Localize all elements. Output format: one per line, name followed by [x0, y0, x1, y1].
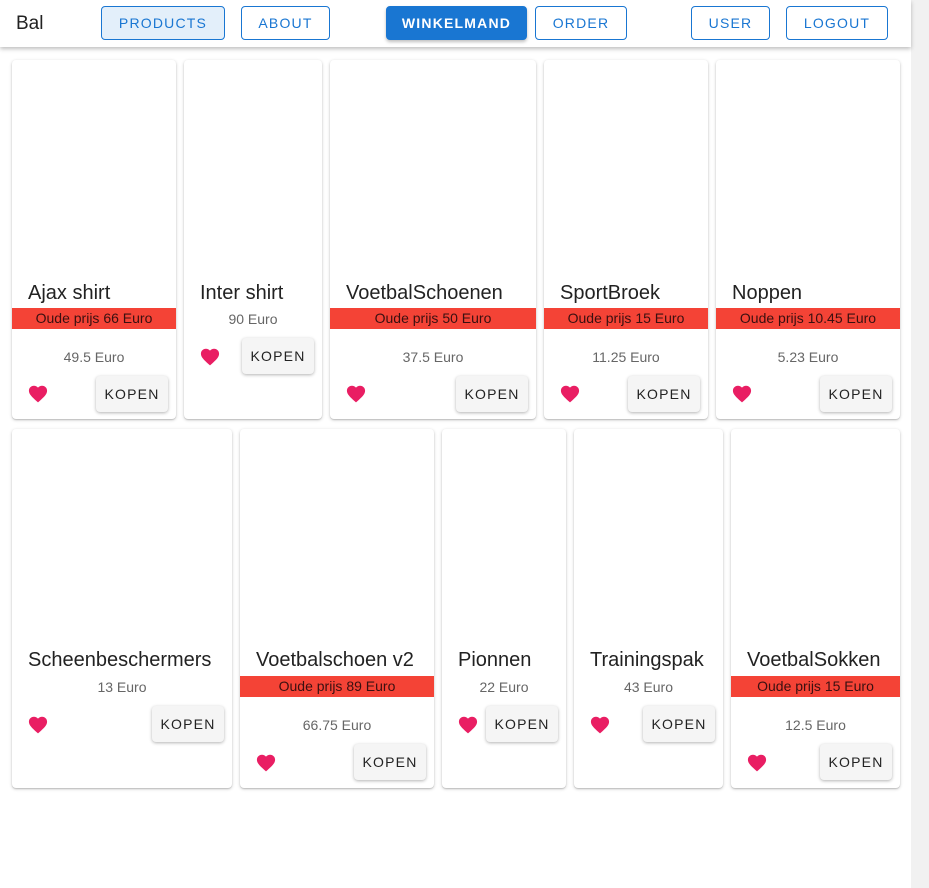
old-price-badge: Oude prijs 89 Euro	[240, 676, 434, 697]
buy-button[interactable]: KOPEN	[628, 376, 700, 412]
heart-icon[interactable]	[27, 714, 49, 734]
product-price: 66.75 Euro	[302, 717, 372, 733]
product-card: Voetbalschoen v2 Oude prijs 89 Euro 66.7…	[240, 429, 434, 788]
buy-button[interactable]: KOPEN	[152, 706, 224, 742]
buy-button[interactable]: KOPEN	[643, 706, 715, 742]
heart-icon[interactable]	[589, 714, 611, 734]
product-name: Scheenbeschermers	[28, 649, 212, 671]
product-name: Voetbalschoen v2	[256, 649, 414, 671]
heart-icon[interactable]	[457, 714, 479, 734]
product-card: Inter shirt 90 Euro KOPEN	[184, 60, 322, 419]
product-card: Noppen Oude prijs 10.45 Euro 5.23 Euro K…	[716, 60, 900, 419]
product-price: 22 Euro	[479, 679, 529, 695]
product-price: 37.5 Euro	[402, 349, 464, 365]
nav-order-button[interactable]: ORDER	[535, 6, 627, 40]
heart-icon[interactable]	[255, 752, 277, 772]
old-price-badge: Oude prijs 10.45 Euro	[716, 308, 900, 329]
product-card: Pionnen 22 Euro KOPEN	[442, 429, 566, 788]
old-price-badge: Oude prijs 15 Euro	[544, 308, 708, 329]
product-card: VoetbalSchoenen Oude prijs 50 Euro 37.5 …	[330, 60, 536, 419]
product-name: VoetbalSokken	[747, 649, 881, 671]
heart-icon[interactable]	[731, 383, 753, 403]
heart-icon[interactable]	[559, 383, 581, 403]
product-name: Inter shirt	[200, 282, 284, 304]
product-price: 43 Euro	[623, 679, 674, 695]
heart-icon[interactable]	[27, 383, 49, 403]
product-price: 49.5 Euro	[63, 349, 125, 365]
heart-icon[interactable]	[746, 752, 768, 772]
brand-title: Bal	[16, 13, 44, 34]
product-name: VoetbalSchoenen	[346, 282, 503, 304]
product-name: Trainingspak	[590, 649, 704, 671]
old-price-badge: Oude prijs 50 Euro	[330, 308, 536, 329]
buy-button[interactable]: KOPEN	[242, 338, 314, 374]
buy-button[interactable]: KOPEN	[96, 376, 168, 412]
product-name: Noppen	[732, 282, 803, 304]
nav-user-button[interactable]: USER	[691, 6, 770, 40]
product-card: Ajax shirt Oude prijs 66 Euro 49.5 Euro …	[12, 60, 176, 419]
product-card: VoetbalSokken Oude prijs 15 Euro 12.5 Eu…	[731, 429, 900, 788]
buy-button[interactable]: KOPEN	[354, 744, 426, 780]
product-price: 90 Euro	[228, 311, 278, 327]
app-bar: Bal PRODUCTS ABOUT WINKELMAND ORDER USER…	[0, 0, 911, 47]
heart-icon[interactable]	[199, 346, 221, 366]
product-price: 13 Euro	[97, 679, 147, 695]
product-price: 5.23 Euro	[777, 349, 839, 365]
product-card: Trainingspak 43 Euro KOPEN	[574, 429, 723, 788]
nav-about-button[interactable]: ABOUT	[241, 6, 330, 40]
product-name: Pionnen	[458, 649, 532, 671]
nav-winkelmand-button[interactable]: WINKELMAND	[386, 6, 527, 40]
product-price: 11.25 Euro	[592, 349, 660, 365]
product-card: SportBroek Oude prijs 15 Euro 11.25 Euro…	[544, 60, 708, 419]
heart-icon[interactable]	[345, 383, 367, 403]
product-card: Scheenbeschermers 13 Euro KOPEN	[12, 429, 232, 788]
product-name: SportBroek	[560, 282, 661, 304]
old-price-badge: Oude prijs 15 Euro	[731, 676, 900, 697]
old-price-badge: Oude prijs 66 Euro	[12, 308, 176, 329]
buy-button[interactable]: KOPEN	[820, 376, 892, 412]
product-name: Ajax shirt	[28, 282, 111, 304]
page-scrollbar[interactable]	[911, 0, 929, 888]
product-price: 12.5 Euro	[785, 717, 846, 733]
buy-button[interactable]: KOPEN	[486, 706, 558, 742]
buy-button[interactable]: KOPEN	[820, 744, 892, 780]
nav-products-button[interactable]: PRODUCTS	[101, 6, 225, 40]
nav-logout-button[interactable]: LOGOUT	[786, 6, 888, 40]
buy-button[interactable]: KOPEN	[456, 376, 528, 412]
